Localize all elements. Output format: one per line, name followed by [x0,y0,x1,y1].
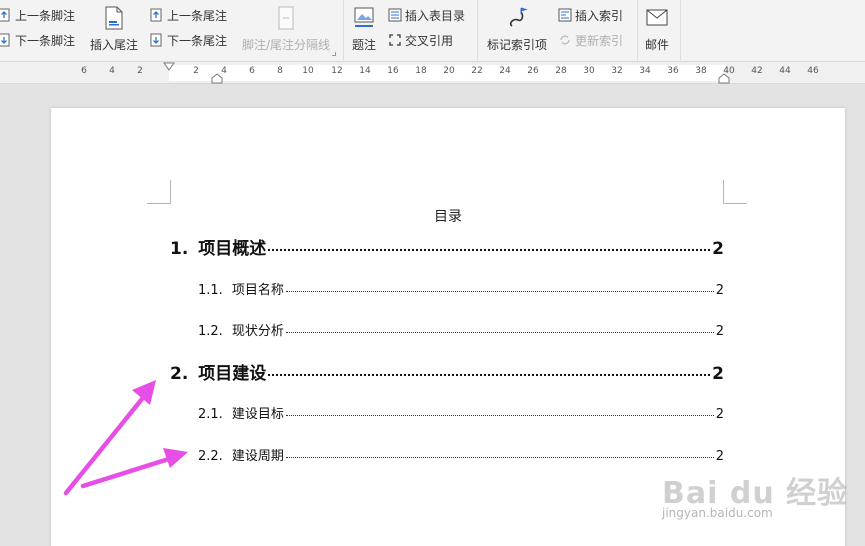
watermark-url: jingyan.baidu.com [662,506,773,520]
baidu-jingyan-watermark: Bai du 经验 jingyan.baidu.com [662,450,862,530]
